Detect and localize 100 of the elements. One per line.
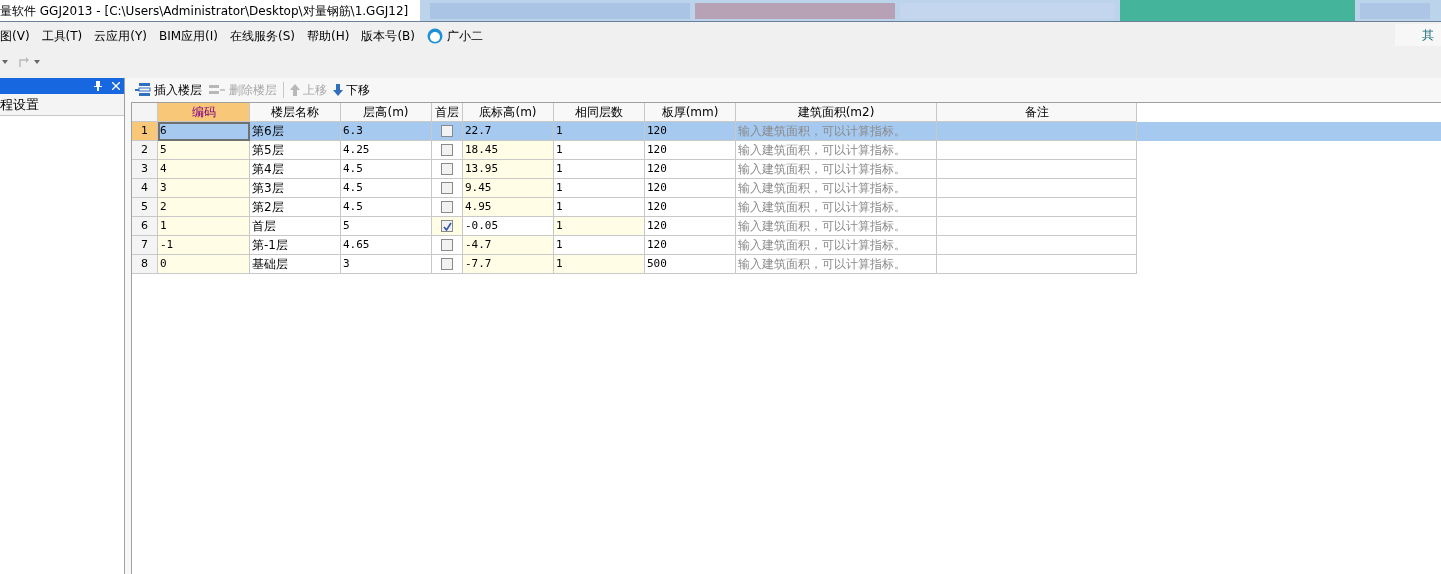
table-cell: 输入建筑面积，可以计算指标。 bbox=[736, 236, 937, 255]
checkbox[interactable] bbox=[441, 220, 453, 232]
mascot-icon bbox=[427, 28, 443, 44]
table-cell: 第6层 bbox=[250, 122, 341, 141]
panel-item[interactable]: 程设置 bbox=[0, 94, 124, 116]
column-header[interactable]: 板厚(mm) bbox=[645, 103, 736, 122]
table-row[interactable]: 4 3 第3层 4.5 9.45 1 120 输入建筑面积，可以计算指标。 bbox=[132, 179, 1441, 198]
toolbar-button[interactable]: 插入楼层 bbox=[135, 81, 202, 99]
redo-icon[interactable] bbox=[18, 56, 30, 68]
table-cell: 4.5 bbox=[341, 179, 432, 198]
table-cell: -4.7 bbox=[463, 236, 554, 255]
table-cell: 第4层 bbox=[250, 160, 341, 179]
row-number: 4 bbox=[132, 179, 158, 198]
table-cell: 0 bbox=[158, 255, 250, 274]
checkbox[interactable] bbox=[441, 182, 453, 194]
table-cell: 第5层 bbox=[250, 141, 341, 160]
row-number: 7 bbox=[132, 236, 158, 255]
checkbox[interactable] bbox=[441, 201, 453, 213]
delete-rows-icon bbox=[208, 83, 226, 97]
column-header[interactable]: 层高(m) bbox=[341, 103, 432, 122]
menu-item[interactable]: 工具(T) bbox=[41, 27, 83, 45]
menu-item[interactable]: 版本号(B) bbox=[361, 27, 415, 45]
table-cell: 120 bbox=[645, 198, 736, 217]
menu-item[interactable]: 帮助(H) bbox=[307, 27, 350, 45]
dropdown-caret-icon[interactable] bbox=[34, 60, 40, 64]
table-cell: 120 bbox=[645, 236, 736, 255]
table-cell: 5 bbox=[158, 141, 250, 160]
table-cell: 第3层 bbox=[250, 179, 341, 198]
table-row[interactable]: 6 1 首层 5 -0.05 1 120 输入建筑面积，可以计算指标。 bbox=[132, 217, 1441, 236]
menu-item[interactable]: 云应用(Y) bbox=[94, 27, 147, 45]
window-title: 量软件 GGJ2013 - [C:\Users\Administrator\Desktop\对量钢筋\1.GGJ12] bbox=[0, 2, 410, 20]
insert-rows-icon bbox=[135, 82, 151, 98]
arrow-up-icon bbox=[290, 84, 300, 96]
column-header[interactable]: 底标高(m) bbox=[463, 103, 554, 122]
table-cell: 120 bbox=[645, 217, 736, 236]
table-cell: 4.95 bbox=[463, 198, 554, 217]
table-cell: -1 bbox=[158, 236, 250, 255]
table-row[interactable]: 7 -1 第-1层 4.65 -4.7 1 120 输入建筑面积，可以计算指标。 bbox=[132, 236, 1441, 255]
pin-icon[interactable] bbox=[94, 81, 102, 91]
table-cell: 3 bbox=[341, 255, 432, 274]
table-cell: 120 bbox=[645, 141, 736, 160]
checkbox[interactable] bbox=[441, 125, 453, 137]
table-cell: 输入建筑面积，可以计算指标。 bbox=[736, 255, 937, 274]
table-cell: 1 bbox=[554, 179, 645, 198]
check-icon bbox=[442, 221, 452, 231]
close-icon[interactable] bbox=[112, 82, 120, 90]
column-header[interactable]: 备注 bbox=[937, 103, 1137, 122]
row-number: 2 bbox=[132, 141, 158, 160]
column-header[interactable]: 建筑面积(m2) bbox=[736, 103, 937, 122]
table-cell: 1 bbox=[554, 255, 645, 274]
checkbox[interactable] bbox=[441, 163, 453, 175]
assistant-link[interactable]: 广小二 bbox=[447, 27, 483, 45]
table-row[interactable]: 5 2 第2层 4.5 4.95 1 120 输入建筑面积，可以计算指标。 bbox=[132, 198, 1441, 217]
table-cell: 第2层 bbox=[250, 198, 341, 217]
table-cell: 1 bbox=[158, 217, 250, 236]
column-header[interactable]: 相同层数 bbox=[554, 103, 645, 122]
toolbar-button[interactable]: 下移 bbox=[333, 81, 370, 99]
table-cell: 基础层 bbox=[250, 255, 341, 274]
table-cell: 输入建筑面积，可以计算指标。 bbox=[736, 179, 937, 198]
table-cell: 500 bbox=[645, 255, 736, 274]
checkbox[interactable] bbox=[441, 144, 453, 156]
arrow-down-icon bbox=[333, 84, 343, 96]
table-cell: 输入建筑面积，可以计算指标。 bbox=[736, 198, 937, 217]
menu-item[interactable]: 在线服务(S) bbox=[230, 27, 295, 45]
table-cell: 13.95 bbox=[463, 160, 554, 179]
table-cell: 首层 bbox=[250, 217, 341, 236]
column-header[interactable]: 首层 bbox=[432, 103, 463, 122]
table-row[interactable]: 3 4 第4层 4.5 13.95 1 120 输入建筑面积，可以计算指标。 bbox=[132, 160, 1441, 179]
table-row[interactable]: 8 0 基础层 3 -7.7 1 500 输入建筑面积，可以计算指标。 bbox=[132, 255, 1441, 274]
table-cell: 9.45 bbox=[463, 179, 554, 198]
table-cell: 4 bbox=[158, 160, 250, 179]
table-cell: 输入建筑面积，可以计算指标。 bbox=[736, 122, 937, 141]
table-row[interactable]: 2 5 第5层 4.25 18.45 1 120 输入建筑面积，可以计算指标。 bbox=[132, 141, 1441, 160]
dropdown-caret-icon[interactable] bbox=[2, 60, 8, 64]
table-cell: 4.65 bbox=[341, 236, 432, 255]
table-cell: 18.45 bbox=[463, 141, 554, 160]
side-tab[interactable]: 其 bbox=[1395, 24, 1441, 46]
checkbox[interactable] bbox=[441, 239, 453, 251]
table-cell: 6 bbox=[158, 122, 250, 141]
table-cell: 120 bbox=[645, 122, 736, 141]
table-cell: 1 bbox=[554, 141, 645, 160]
table-cell: 2 bbox=[158, 198, 250, 217]
table-cell: 输入建筑面积，可以计算指标。 bbox=[736, 217, 937, 236]
row-number: 3 bbox=[132, 160, 158, 179]
table-cell: 120 bbox=[645, 179, 736, 198]
row-number: 1 bbox=[132, 122, 158, 141]
table-cell: 第-1层 bbox=[250, 236, 341, 255]
checkbox[interactable] bbox=[441, 258, 453, 270]
table-cell: 3 bbox=[158, 179, 250, 198]
menu-item[interactable]: BIM应用(I) bbox=[159, 27, 218, 45]
column-header[interactable]: 编码 bbox=[158, 103, 250, 122]
table-cell: 输入建筑面积，可以计算指标。 bbox=[736, 141, 937, 160]
table-cell: 1 bbox=[554, 217, 645, 236]
menu-item[interactable]: 图(V) bbox=[0, 27, 30, 45]
column-header[interactable]: 楼层名称 bbox=[250, 103, 341, 122]
table-cell: 1 bbox=[554, 122, 645, 141]
table-cell: 120 bbox=[645, 160, 736, 179]
row-number: 6 bbox=[132, 217, 158, 236]
table-row[interactable]: 1 6 第6层 6.3 22.7 1 120 输入建筑面积，可以计算指标。 bbox=[132, 122, 1441, 141]
row-number: 8 bbox=[132, 255, 158, 274]
